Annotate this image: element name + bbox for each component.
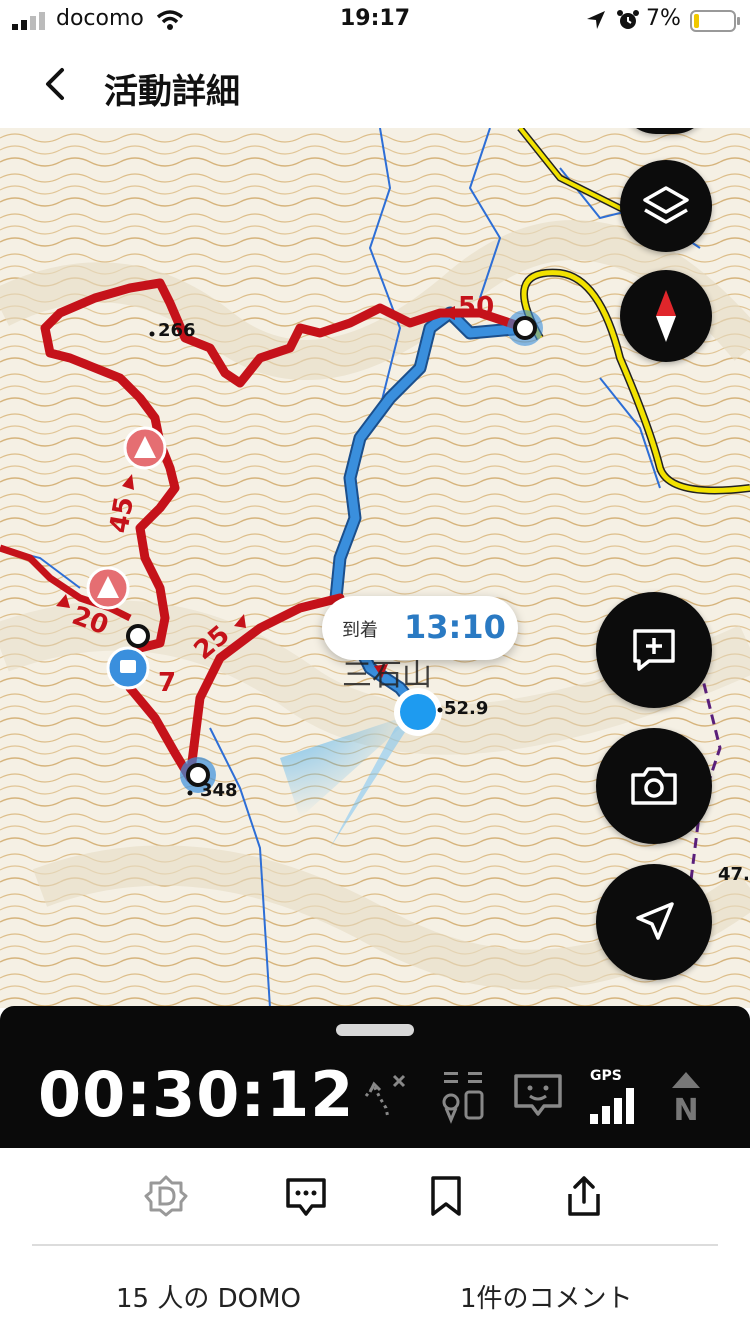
panel-drag-handle[interactable] xyxy=(336,1024,414,1036)
elevation-label: 348 xyxy=(200,780,238,801)
comment-icon[interactable] xyxy=(284,1174,328,1218)
activity-action-bar xyxy=(0,1148,750,1244)
comment-count-link[interactable]: 1件のコメント xyxy=(460,1278,633,1315)
alarm-icon xyxy=(617,10,639,29)
arrival-time-callout[interactable]: 到着 13:10 xyxy=(322,596,518,660)
elevation-label: 52.9 xyxy=(444,698,489,719)
battery-icon xyxy=(690,10,740,32)
back-chevron-icon[interactable] xyxy=(34,62,78,106)
memo-face-icon[interactable] xyxy=(512,1068,564,1124)
share-icon[interactable] xyxy=(562,1174,606,1218)
bookmark-icon[interactable] xyxy=(424,1174,468,1218)
camera-icon xyxy=(631,767,677,805)
location-arrow-icon xyxy=(587,11,605,29)
divider xyxy=(32,1244,718,1246)
status-bar: docomo 19:17 7% xyxy=(0,0,750,44)
navigation-arrow-icon xyxy=(636,902,674,940)
pace-icon[interactable] xyxy=(438,1068,490,1124)
compass-icon xyxy=(656,290,676,342)
route-marker-number: 50 xyxy=(458,292,495,322)
map-view[interactable]: 266 348 52.9 47.5 50 45 20 25 7 三石山 到着 1… xyxy=(0,128,750,1008)
add-memo-button[interactable] xyxy=(596,592,712,708)
camera-button[interactable] xyxy=(596,728,712,844)
gps-signal-icon xyxy=(590,1088,634,1124)
north-label: N xyxy=(673,1093,698,1124)
route-deviation-icon[interactable] xyxy=(360,1068,412,1124)
add-comment-icon xyxy=(633,629,675,671)
elapsed-time: 00:30:12 xyxy=(38,1058,355,1131)
north-up-icon[interactable]: N xyxy=(660,1068,712,1124)
arrival-label: 到着 xyxy=(342,620,378,641)
domo-count-link[interactable]: 15 人の DOMO xyxy=(116,1278,301,1315)
layers-icon xyxy=(643,186,689,224)
current-location-button[interactable] xyxy=(596,864,712,980)
domo-icon[interactable] xyxy=(144,1174,188,1218)
navigation-bar: 活動詳細 xyxy=(0,44,750,128)
gps-label: GPS xyxy=(590,1068,622,1084)
elevation-label: 266 xyxy=(158,320,196,341)
arrival-time: 13:10 xyxy=(404,608,506,646)
compass-button[interactable] xyxy=(620,270,712,362)
layers-button[interactable] xyxy=(620,160,712,252)
route-marker-number: 7 xyxy=(158,668,177,698)
tracking-panel: 00:30:12 GPS N xyxy=(0,1006,750,1148)
elevation-label: 47.5 xyxy=(718,864,750,885)
route-marker-number: 45 xyxy=(104,494,141,536)
page-title: 活動詳細 xyxy=(104,72,240,112)
battery-percent: 7% xyxy=(646,6,681,31)
